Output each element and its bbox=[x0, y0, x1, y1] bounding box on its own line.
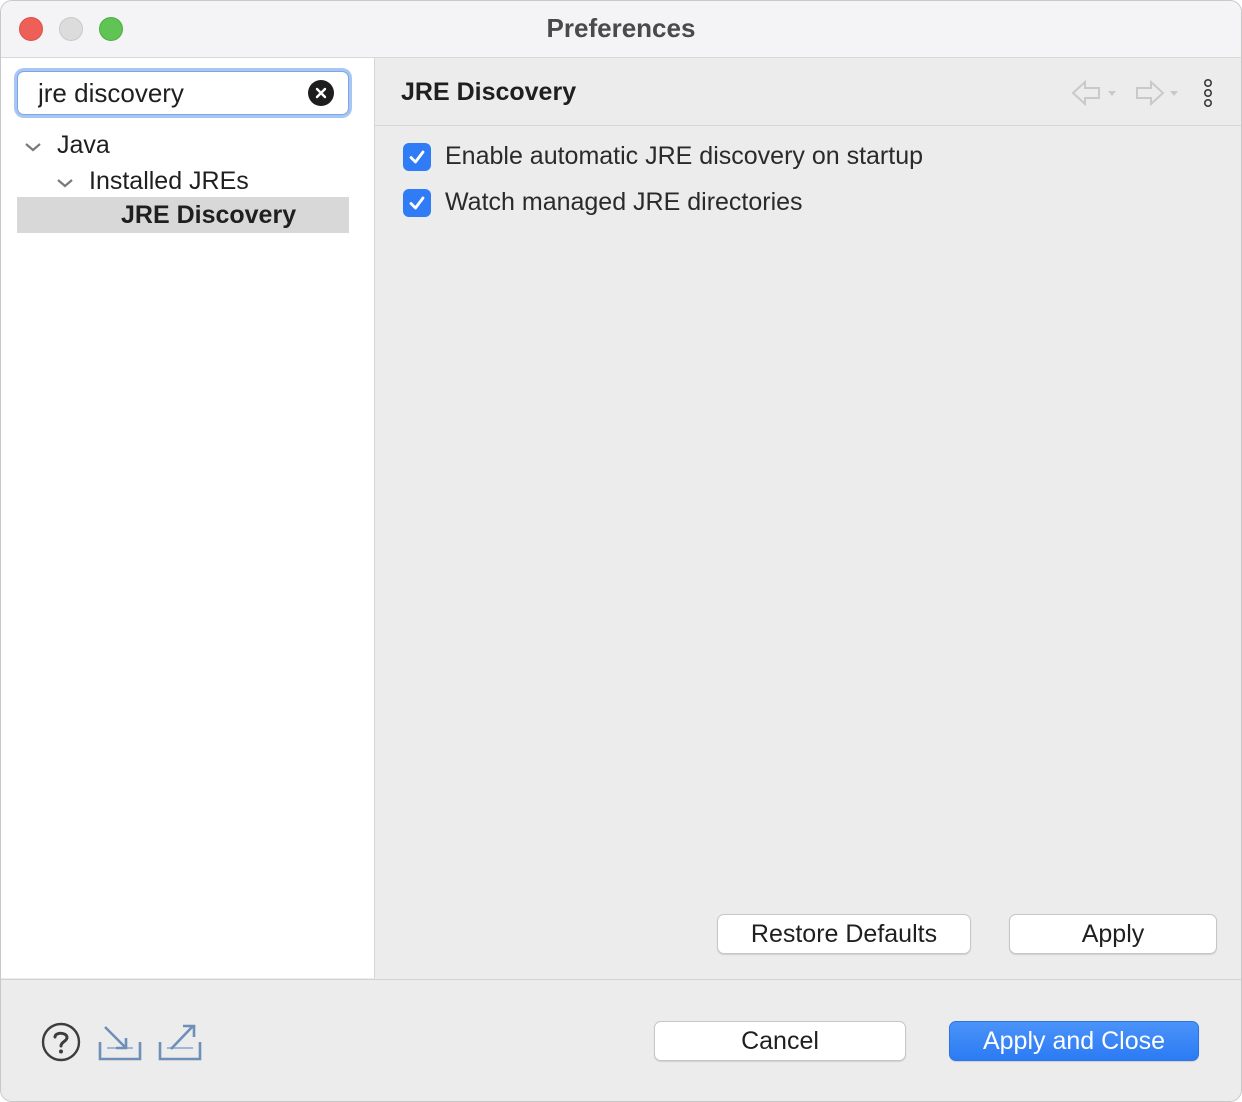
search-field-focus-ring bbox=[14, 68, 352, 118]
option-label: Enable automatic JRE discovery on startu… bbox=[445, 142, 924, 170]
preference-page: JRE Discovery Enable automatic JRE disco… bbox=[375, 58, 1241, 978]
tree-item-label: Installed JREs bbox=[89, 166, 249, 195]
tree-item-installed-jres[interactable]: Installed JREs bbox=[55, 164, 249, 198]
option-watch-directories[interactable]: Watch managed JRE directories bbox=[403, 188, 803, 217]
tree-item-java[interactable]: Java bbox=[23, 128, 110, 162]
help-icon bbox=[41, 1022, 81, 1062]
tree-item-label: Java bbox=[57, 130, 110, 159]
window-title: Preferences bbox=[546, 13, 696, 43]
chevron-down-icon[interactable] bbox=[55, 171, 75, 191]
export-icon bbox=[158, 1024, 202, 1061]
title-bar: Preferences bbox=[1, 1, 1241, 58]
restore-defaults-button[interactable]: Restore Defaults bbox=[717, 914, 971, 954]
forward-button[interactable] bbox=[1133, 78, 1181, 108]
view-menu-button[interactable] bbox=[1201, 78, 1215, 110]
checkmark-icon bbox=[409, 196, 425, 209]
page-title: JRE Discovery bbox=[401, 78, 577, 106]
apply-button[interactable]: Apply bbox=[1009, 914, 1217, 954]
cancel-button[interactable]: Cancel bbox=[654, 1021, 906, 1061]
preferences-window: Preferences Java Installed JREs bbox=[0, 0, 1242, 1102]
chevron-down-icon[interactable] bbox=[23, 135, 43, 155]
page-header: JRE Discovery bbox=[375, 58, 1241, 126]
option-enable-auto-discovery[interactable]: Enable automatic JRE discovery on startu… bbox=[403, 142, 923, 171]
forward-arrow-icon bbox=[1136, 79, 1178, 107]
back-arrow-icon bbox=[1071, 79, 1116, 107]
import-button[interactable] bbox=[97, 1024, 143, 1062]
clear-search-icon[interactable] bbox=[308, 80, 334, 106]
vertical-dots-icon bbox=[1203, 78, 1213, 107]
import-icon bbox=[98, 1026, 142, 1061]
checkbox-checked[interactable] bbox=[403, 142, 431, 171]
tree-item-jre-discovery[interactable]: JRE Discovery bbox=[17, 197, 349, 233]
preference-tree-panel: Java Installed JREs JRE Discovery bbox=[1, 58, 375, 978]
checkmark-icon bbox=[409, 150, 425, 163]
help-button[interactable] bbox=[41, 1022, 81, 1062]
search-field[interactable] bbox=[17, 71, 349, 115]
dialog-footer: Cancel Apply and Close bbox=[1, 979, 1241, 1101]
back-button[interactable] bbox=[1071, 78, 1119, 108]
tree-item-label: JRE Discovery bbox=[121, 200, 297, 229]
checkbox-checked[interactable] bbox=[403, 188, 431, 217]
apply-and-close-button[interactable]: Apply and Close bbox=[949, 1021, 1199, 1061]
export-button[interactable] bbox=[157, 1022, 203, 1062]
search-input[interactable] bbox=[38, 77, 298, 109]
option-label: Watch managed JRE directories bbox=[445, 188, 803, 216]
